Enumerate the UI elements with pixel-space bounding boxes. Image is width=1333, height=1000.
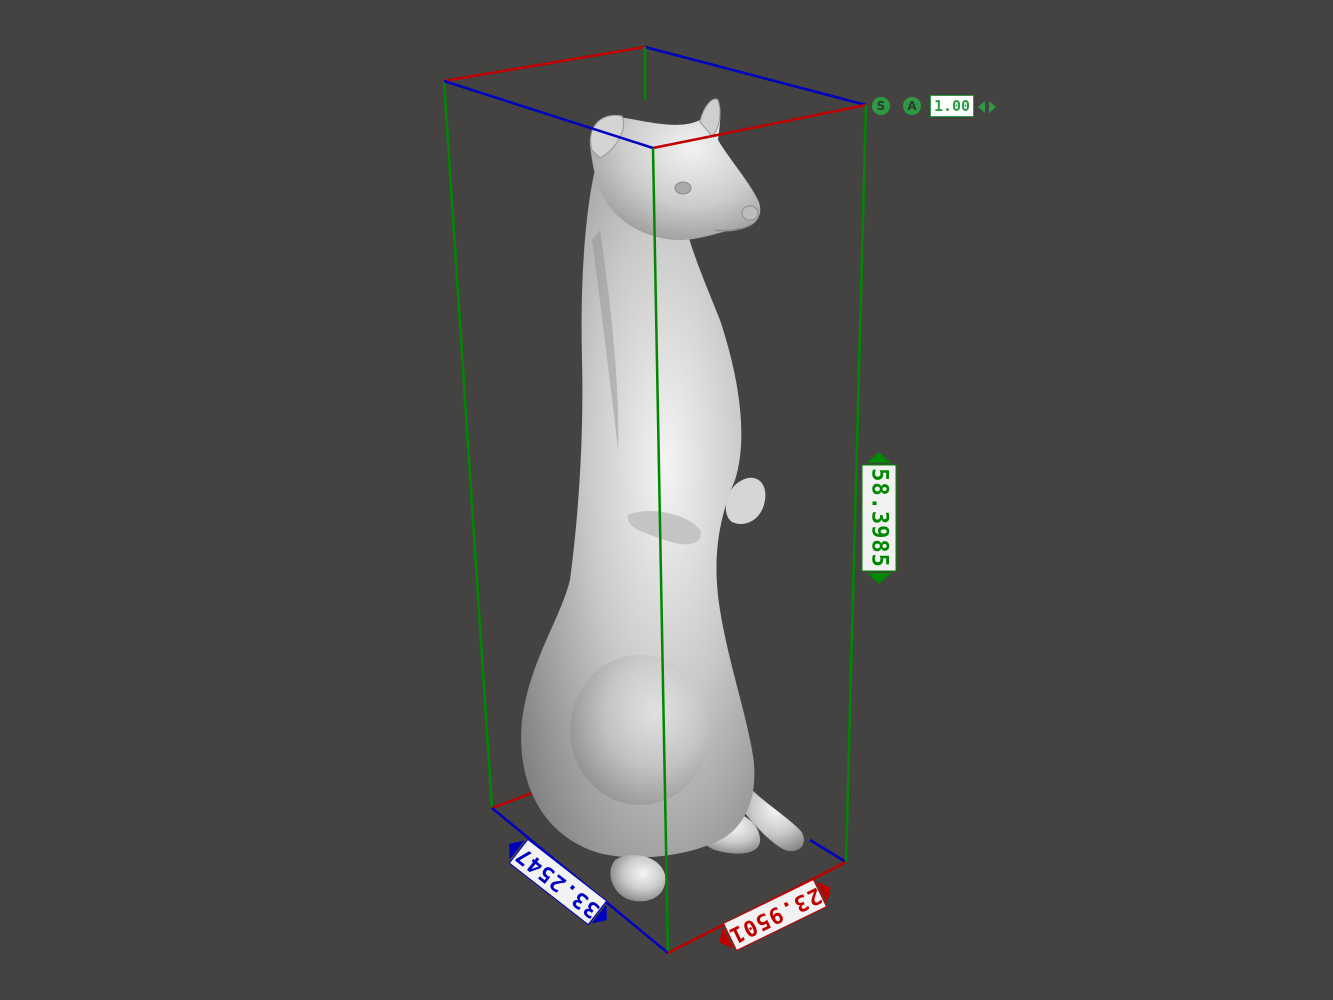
ferret-front-foot <box>610 855 666 902</box>
symmetric-scale-button[interactable]: S <box>872 97 890 115</box>
ferret-model[interactable] <box>521 98 805 902</box>
depth-value: 33.2547 <box>511 841 605 922</box>
auto-scale-button[interactable]: A <box>903 97 921 115</box>
box-edge-top-back-y <box>644 45 867 107</box>
height-value: 58.3985 <box>867 468 892 568</box>
scale-value-field[interactable]: 1.00 <box>930 95 974 117</box>
3d-viewport[interactable]: 58.3985 33.2547 23.9501 S A 1.00 <box>0 0 1333 1000</box>
scale-decrease-arrow-icon[interactable] <box>978 101 985 113</box>
height-arrow-down-icon[interactable] <box>867 573 891 584</box>
box-edge-bottom-back-x <box>491 790 536 810</box>
ferret-hip <box>570 655 710 805</box>
box-edge-top-back-x <box>443 45 646 83</box>
ferret-nose <box>741 205 759 221</box>
scene-canvas[interactable]: 58.3985 33.2547 23.9501 <box>0 0 1333 1000</box>
box-edge-bottom-back-y <box>809 838 847 864</box>
box-edge-top-front-y <box>443 79 654 150</box>
box-edge-vertical-left <box>442 80 494 809</box>
width-dimension-label[interactable]: 23.9501 <box>713 874 838 955</box>
ferret-eye <box>674 181 692 195</box>
scale-increase-arrow-icon[interactable] <box>989 101 996 113</box>
height-arrow-up-icon[interactable] <box>867 452 891 463</box>
height-dimension-label[interactable]: 58.3985 <box>861 452 897 584</box>
